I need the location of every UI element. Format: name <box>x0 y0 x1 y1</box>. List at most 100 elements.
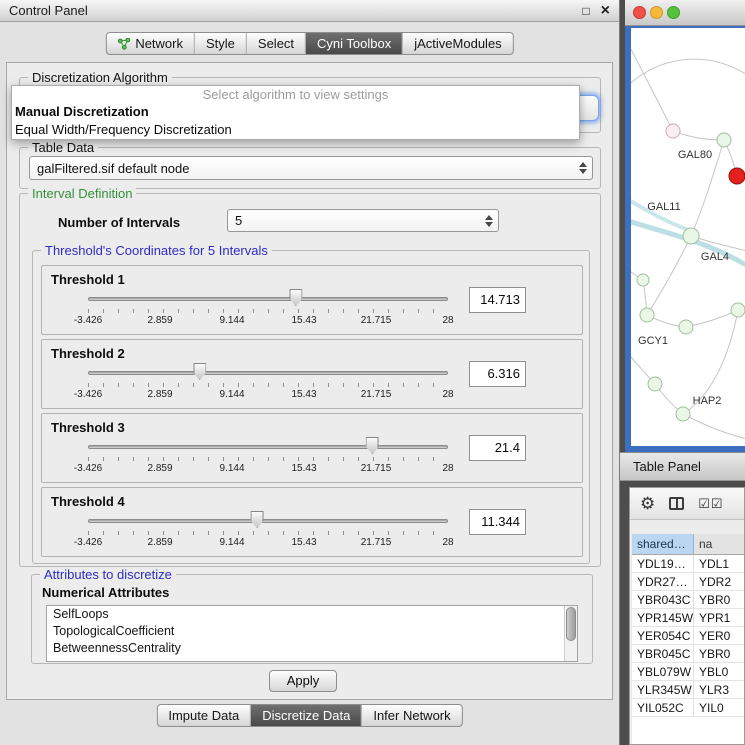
tick-label: -3.426 <box>74 537 102 548</box>
table-panel-header[interactable]: Table Panel <box>620 452 745 481</box>
close-icon[interactable]: × <box>601 3 610 19</box>
threshold-3-slider[interactable]: -3.426 2.859 9.144 15.43 21.715 28 <box>88 437 448 479</box>
tab-style[interactable]: Style <box>194 33 246 54</box>
table-row[interactable]: YBR043CYBR0 <box>632 591 744 609</box>
threshold-1-panel: Threshold 1 -3.426 2.859 9.144 15.43 21.… <box>41 265 583 335</box>
tick-label: 28 <box>442 315 453 326</box>
tick-label: 2.859 <box>147 315 172 326</box>
node-label-gcy1: GCY1 <box>638 335 668 347</box>
threshold-3-value-field[interactable]: 21.4 <box>469 435 526 461</box>
minimize-traffic-light-icon[interactable] <box>650 6 663 19</box>
network-node[interactable] <box>717 133 731 147</box>
columns-icon[interactable] <box>669 497 684 510</box>
tick-label: 28 <box>442 537 453 548</box>
slider-thumb[interactable] <box>251 511 264 528</box>
threshold-4-value-field[interactable]: 11.344 <box>469 509 526 535</box>
discretization-algorithm-group-title: Discretization Algorithm <box>28 70 172 85</box>
threshold-1-slider[interactable]: -3.426 2.859 9.144 15.43 21.715 28 <box>88 289 448 331</box>
table-row[interactable]: YBL079WYBL0 <box>632 663 744 681</box>
table-row[interactable]: YPR145WYPR1 <box>632 609 744 627</box>
cell-shared-name: YER054C <box>632 627 694 644</box>
list-item-topologicalcoefficient[interactable]: TopologicalCoefficient <box>47 623 577 640</box>
network-node-pink[interactable] <box>666 124 680 138</box>
close-traffic-light-icon[interactable] <box>633 6 646 19</box>
table-row[interactable]: YLR345WYLR3 <box>632 681 744 699</box>
cell-name: YDL1 <box>694 555 744 572</box>
table-panel-title: Table Panel <box>633 459 701 474</box>
slider-thumb[interactable] <box>289 289 302 306</box>
tick-label: 28 <box>442 389 453 400</box>
tab-infer-network-label: Infer Network <box>373 708 450 723</box>
threshold-4-label: Threshold 4 <box>51 494 125 509</box>
network-node-red-selected[interactable] <box>729 168 745 184</box>
network-node[interactable] <box>679 320 693 334</box>
table-row[interactable]: YER054CYER0 <box>632 627 744 645</box>
slider-ticks <box>88 457 448 461</box>
zoom-traffic-light-icon[interactable] <box>667 6 680 19</box>
apply-button[interactable]: Apply <box>269 670 337 692</box>
tab-infer-network[interactable]: Infer Network <box>361 705 461 726</box>
attributes-group: Attributes to discretize Numerical Attri… <box>31 574 593 664</box>
tab-network[interactable]: Network <box>106 33 194 54</box>
gear-icon[interactable]: ⚙ <box>640 495 655 512</box>
node-label-hap2: HAP2 <box>693 395 722 407</box>
tab-jactivemodules[interactable]: jActiveModules <box>402 33 512 54</box>
control-panel-tabs: Network Style Select Cyni Toolbox jActiv… <box>105 32 513 55</box>
network-graph[interactable]: GAL80 GAL11 GAL4 GCY1 HAP2 <box>631 28 745 446</box>
thresholds-group: Threshold's Coordinates for 5 Intervals … <box>32 250 590 564</box>
cyni-bottom-tabs: Impute Data Discretize Data Infer Networ… <box>156 704 462 727</box>
combo-updown-icon <box>579 162 587 174</box>
threshold-2-value-field[interactable]: 6.316 <box>469 361 526 387</box>
table-row[interactable]: YIL052CYIL0 <box>632 699 744 717</box>
tab-cyni-toolbox[interactable]: Cyni Toolbox <box>305 33 402 54</box>
network-nodes[interactable] <box>637 124 745 421</box>
dropdown-placeholder-item[interactable]: Select algorithm to view settings <box>12 86 579 103</box>
threshold-2-slider[interactable]: -3.426 2.859 9.144 15.43 21.715 28 <box>88 363 448 405</box>
select-columns-checkbox-icon[interactable]: ☑☑ <box>698 496 723 512</box>
slider-track[interactable] <box>88 445 448 449</box>
network-node[interactable] <box>731 303 745 317</box>
tab-style-label: Style <box>206 36 235 51</box>
column-header-shared-name[interactable]: shared… <box>632 534 694 554</box>
dropdown-item-equal-width[interactable]: Equal Width/Frequency Discretization <box>12 121 579 139</box>
table-data-combo[interactable]: galFiltered.sif default node <box>29 156 593 180</box>
list-scrollbar[interactable] <box>564 606 577 661</box>
network-node[interactable] <box>640 308 654 322</box>
control-panel-title: Control Panel <box>9 3 88 18</box>
list-item-selfloops[interactable]: SelfLoops <box>47 606 577 623</box>
threshold-1-value-field[interactable]: 14.713 <box>469 287 526 313</box>
table-row[interactable]: YDL19…YDL1 <box>632 555 744 573</box>
thresholds-group-title: Threshold's Coordinates for 5 Intervals <box>41 243 272 258</box>
cell-shared-name: YBR045C <box>632 645 694 662</box>
tick-label: -3.426 <box>74 389 102 400</box>
tab-select[interactable]: Select <box>246 33 305 54</box>
tick-label: 9.144 <box>219 389 244 400</box>
float-window-icon[interactable]: □ <box>582 5 589 17</box>
network-canvas[interactable]: GAL80 GAL11 GAL4 GCY1 HAP2 <box>631 28 745 446</box>
table-data-group: Table Data galFiltered.sif default node <box>19 147 601 189</box>
threshold-4-slider[interactable]: -3.426 2.859 9.144 15.43 21.715 28 <box>88 511 448 553</box>
slider-thumb[interactable] <box>366 437 379 454</box>
tab-discretize-data[interactable]: Discretize Data <box>250 705 361 726</box>
column-header-name[interactable]: na <box>694 534 744 554</box>
slider-track[interactable] <box>88 297 448 301</box>
tab-impute-data[interactable]: Impute Data <box>157 705 250 726</box>
threshold-4-panel: Threshold 4 -3.426 2.859 9.144 15.43 21.… <box>41 487 583 557</box>
slider-track[interactable] <box>88 519 448 523</box>
network-node[interactable] <box>637 274 649 286</box>
network-node[interactable] <box>676 407 690 421</box>
tab-discretize-data-label: Discretize Data <box>262 708 350 723</box>
slider-thumb[interactable] <box>193 363 206 380</box>
tab-impute-data-label: Impute Data <box>168 708 239 723</box>
algorithm-dropdown-list: Select algorithm to view settings Manual… <box>11 85 580 140</box>
dropdown-item-manual-discretization[interactable]: Manual Discretization <box>12 103 579 121</box>
scrollbar-thumb[interactable] <box>566 607 576 641</box>
table-row[interactable]: YBR045CYBR0 <box>632 645 744 663</box>
network-node[interactable] <box>648 377 662 391</box>
tab-cyni-toolbox-label: Cyni Toolbox <box>317 36 391 51</box>
list-item-betweennesscentrality[interactable]: BetweennessCentrality <box>47 640 577 657</box>
table-row[interactable]: YDR27…YDR2 <box>632 573 744 591</box>
number-of-intervals-spinner[interactable]: 5 <box>227 209 499 232</box>
network-node[interactable] <box>683 228 699 244</box>
slider-track[interactable] <box>88 371 448 375</box>
